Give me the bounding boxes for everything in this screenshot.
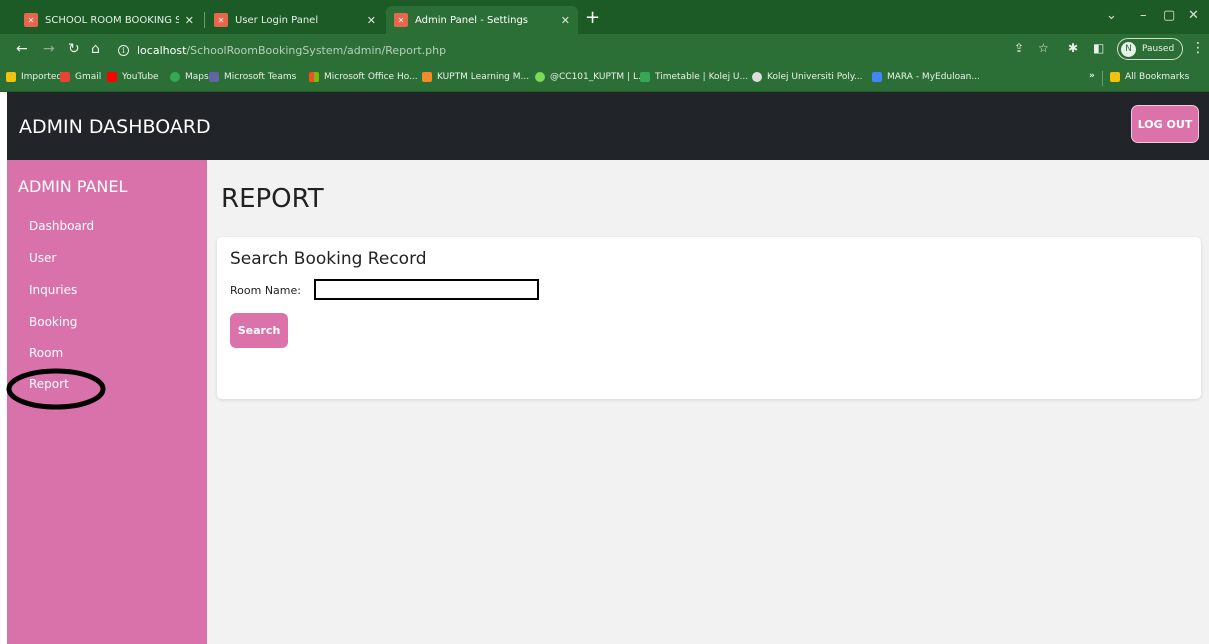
reload-icon[interactable]: ↻ (68, 42, 80, 56)
url-host: localhost (137, 43, 187, 57)
tab-close-icon[interactable]: ✕ (561, 14, 570, 27)
browser-tab-strip: ✕ SCHOOL ROOM BOOKING SYST ✕ ✕ User Logi… (0, 0, 1209, 34)
maximize-icon[interactable]: ▢ (1163, 8, 1175, 23)
bookmark-label: Microsoft Office Ho... (324, 72, 418, 82)
maps-icon (170, 72, 180, 82)
profile-status: Paused (1142, 44, 1175, 54)
url-path: /SchoolRoomBookingSystem/admin/Report.ph… (186, 43, 447, 57)
all-bookmarks-folder[interactable]: All Bookmarks (1110, 72, 1189, 82)
bookmark-mara-myeduloan[interactable]: MARA - MyEduloan... (872, 72, 980, 82)
url-omnibox[interactable]: i localhost/SchoolRoomBookingSystem/admi… (112, 38, 1112, 62)
xampp-favicon-icon: ✕ (24, 13, 38, 27)
youtube-icon (107, 72, 117, 82)
admin-sidebar: ADMIN PANEL Dashboard User Inquries Book… (7, 160, 207, 644)
search-card: Search Booking Record Room Name: Search (217, 237, 1201, 399)
bookmark-label: Timetable | Kolej U... (655, 72, 749, 82)
tab-admin-panel-settings[interactable]: ✕ Admin Panel - Settings ✕ (386, 6, 578, 34)
tab-title: Admin Panel - Settings (415, 14, 529, 26)
tab-separator (204, 12, 205, 28)
extensions-puzzle-icon[interactable]: ✱ (1068, 41, 1078, 55)
bookmark-kolej-universiti[interactable]: Kolej Universiti Poly... (752, 72, 863, 82)
folder-icon (1110, 72, 1120, 82)
close-window-icon[interactable]: ✕ (1188, 8, 1199, 23)
xampp-favicon-icon: ✕ (214, 13, 228, 27)
mara-icon (872, 72, 882, 82)
sidebar-item-report[interactable]: Report (29, 377, 69, 391)
folder-icon (6, 72, 16, 82)
bookmark-label: YouTube (122, 72, 159, 82)
card-title: Search Booking Record (230, 249, 427, 269)
tab-search-chevron-icon[interactable]: ⌄ (1106, 8, 1117, 23)
sidebar-title: ADMIN PANEL (18, 177, 128, 196)
minimize-icon[interactable]: – (1140, 8, 1147, 23)
bookmark-cc101-kuptm[interactable]: @CC101_KUPTM | L... (535, 72, 647, 82)
room-name-label: Room Name: (230, 284, 301, 297)
bookmark-label: @CC101_KUPTM | L... (550, 72, 647, 82)
browser-menu-icon[interactable]: ⋮ (1191, 40, 1205, 56)
timetable-icon (640, 72, 650, 82)
search-button[interactable]: Search (230, 313, 288, 348)
sidebar-item-booking[interactable]: Booking (29, 315, 77, 329)
profile-avatar: N (1121, 41, 1136, 57)
globe-icon (752, 72, 762, 82)
home-icon[interactable]: ⌂ (91, 42, 100, 56)
forward-arrow-icon[interactable]: → (43, 42, 55, 56)
site-info-icon[interactable]: i (118, 44, 129, 56)
share-icon[interactable]: ⇪ (1014, 41, 1024, 55)
tab-school-room-booking[interactable]: ✕ SCHOOL ROOM BOOKING SYST ✕ (16, 6, 202, 34)
more-bookmarks-chevron[interactable]: » (1089, 71, 1095, 81)
spark-icon (535, 72, 545, 82)
bookmark-imported[interactable]: Imported (6, 72, 62, 82)
new-tab-plus-icon[interactable]: + (585, 9, 600, 27)
tab-title: SCHOOL ROOM BOOKING SYST (45, 14, 179, 26)
office-icon (309, 72, 319, 82)
tab-user-login-panel[interactable]: ✕ User Login Panel ✕ (206, 6, 384, 34)
sidebar-item-room[interactable]: Room (29, 346, 63, 360)
dashboard-title: ADMIN DASHBOARD (19, 116, 211, 138)
page-title: REPORT (221, 184, 324, 214)
sidebar-item-user[interactable]: User (29, 251, 56, 265)
logout-button[interactable]: LOG OUT (1131, 105, 1199, 143)
bookmark-label: All Bookmarks (1125, 72, 1190, 82)
room-name-input[interactable] (314, 279, 539, 300)
teams-icon (209, 72, 219, 82)
profile-chip[interactable]: N Paused (1117, 38, 1184, 60)
bookmark-label: MARA - MyEduloan... (887, 72, 980, 82)
sidebar-item-dashboard[interactable]: Dashboard (29, 219, 94, 233)
bookmark-label: Microsoft Teams (224, 72, 297, 82)
bookmark-star-icon[interactable]: ☆ (1038, 41, 1049, 55)
bookmark-gmail[interactable]: Gmail (60, 72, 101, 82)
bookmark-label: Kolej Universiti Poly... (767, 72, 863, 82)
bookmark-label: Maps (185, 72, 209, 82)
bookmark-youtube[interactable]: YouTube (107, 72, 159, 82)
bookmark-maps[interactable]: Maps (170, 72, 209, 82)
bookmark-label: KUPTM Learning M... (437, 72, 530, 82)
address-bar-row: ← → ↻ ⌂ i localhost/SchoolRoomBookingSys… (0, 34, 1209, 66)
bookmark-microsoft-office[interactable]: Microsoft Office Ho... (309, 72, 418, 82)
side-panel-icon[interactable]: ◧ (1093, 41, 1104, 55)
tab-close-icon[interactable]: ✕ (367, 14, 376, 27)
admin-top-header: ADMIN DASHBOARD LOG OUT (7, 92, 1209, 160)
back-arrow-icon[interactable]: ← (16, 42, 28, 56)
bookmark-timetable[interactable]: Timetable | Kolej U... (640, 72, 748, 82)
bookmark-kuptm-learning[interactable]: KUPTM Learning M... (422, 72, 529, 82)
main-content: REPORT Search Booking Record Room Name: … (207, 160, 1209, 644)
tab-title: User Login Panel (235, 14, 319, 26)
bookmark-separator (1102, 71, 1103, 86)
bookmark-microsoft-teams[interactable]: Microsoft Teams (209, 72, 296, 82)
bookmark-label: Gmail (75, 72, 102, 82)
sidebar-item-inquries[interactable]: Inquries (29, 283, 77, 297)
kuptm-icon (422, 72, 432, 82)
tab-close-icon[interactable]: ✕ (185, 14, 194, 27)
xampp-favicon-icon: ✕ (394, 13, 408, 27)
bookmark-label: Imported (21, 72, 63, 82)
gmail-icon (60, 72, 70, 82)
